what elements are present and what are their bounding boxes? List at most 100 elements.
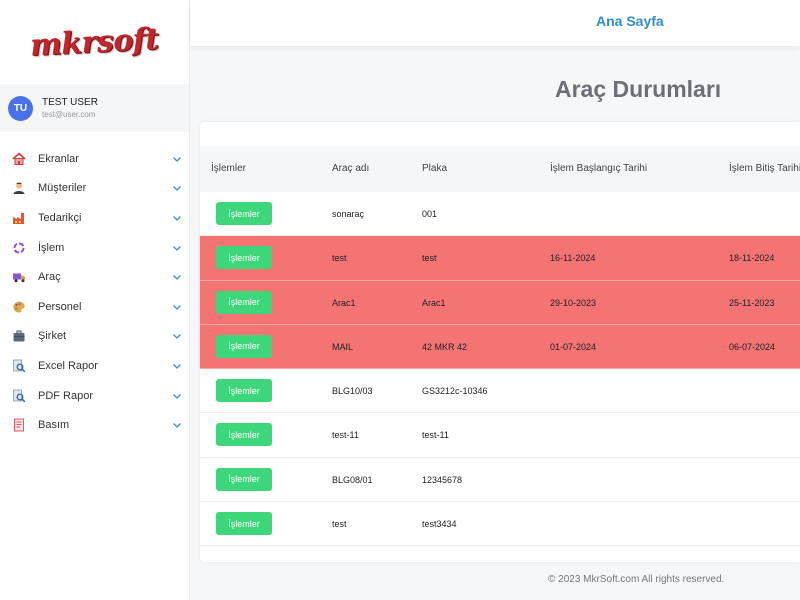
sidebar-item-label: Şirket [38, 330, 67, 343]
chevron-down-icon [171, 390, 183, 402]
main-content: Araç Durumları İşlemler Araç adı Plaka İ… [190, 46, 800, 600]
chevron-down-icon [171, 212, 183, 224]
sidebar-item-label: Personel [38, 300, 82, 313]
chevron-down-icon [171, 301, 183, 313]
actions-button[interactable]: İşlemler [216, 423, 272, 447]
table-row: İşlemler MAIL 42 MKR 42 01-07-2024 06-07… [200, 324, 800, 370]
actions-button[interactable]: İşlemler [216, 379, 272, 403]
top-bar: Ana Sayfa [190, 0, 800, 46]
chevron-down-icon [171, 153, 183, 165]
cell-plate: 001 [422, 209, 438, 219]
truck-icon [11, 269, 27, 285]
cell-vehicle-name: test [332, 519, 347, 530]
briefcase-icon [11, 328, 27, 344]
table-row: İşlemler test test 16-11-2024 18-11-2024 [200, 236, 800, 281]
user-info: TEST USER test@user.com [42, 97, 98, 119]
sidebar-item-tedarikci[interactable]: Tedarikçi [0, 203, 189, 233]
sidebar-menu: Ekranlar Müşteriler Tedarikçi İşlem Araç… [0, 144, 189, 440]
sidebar-item-label: Tedarikçi [38, 211, 82, 224]
printer-doc-icon [11, 417, 27, 433]
cell-start-date: 29-10-2023 [550, 297, 597, 308]
cell-plate: test3434 [422, 519, 457, 530]
table-header: İşlemler Araç adı Plaka İşlem Başlangıç … [200, 146, 800, 192]
home-link[interactable]: Ana Sayfa [596, 13, 664, 29]
user-email: test@user.com [42, 110, 96, 119]
person-icon [11, 180, 27, 196]
chevron-down-icon [171, 182, 183, 194]
sidebar-item-ekranlar[interactable]: Ekranlar [0, 144, 189, 174]
cell-end-date: 25-11-2023 [729, 297, 775, 308]
column-header-start-date: İşlem Başlangıç Tarihi [550, 163, 648, 174]
cell-vehicle-name: MAIL [332, 341, 354, 352]
cell-vehicle-name: test [332, 253, 347, 264]
chevron-down-icon [171, 360, 183, 372]
column-header-actions: İşlemler [211, 163, 247, 174]
table-row: İşlemler Arac1 Arac1 29-10-2023 25-11-20… [200, 280, 800, 325]
chevron-down-icon [171, 271, 183, 283]
magnifier-doc-icon [11, 358, 27, 374]
cell-start-date: 16-11-2024 [550, 253, 596, 264]
palette-icon [11, 299, 27, 315]
cycle-icon [11, 240, 27, 256]
sidebar-item-label: Müşteriler [38, 182, 87, 195]
sidebar-item-pdf-rapor[interactable]: PDF Rapor [0, 381, 189, 411]
cell-vehicle-name: test-11 [332, 430, 359, 441]
table-row: İşlemler sonaraç 001 [200, 192, 800, 237]
cell-plate: Arac1 [422, 297, 446, 308]
chevron-down-icon [171, 330, 183, 342]
avatar[interactable]: TU [8, 95, 33, 121]
footer-copyright: © 2023 MkrSoft.com All rights reserved. [548, 574, 725, 585]
cell-plate: test-11 [422, 430, 449, 441]
cell-plate: 12345678 [422, 474, 463, 485]
user-name: TEST USER [42, 97, 98, 108]
cell-vehicle-name: BLG08/01 [332, 474, 373, 485]
sidebar: mkrsoft TU TEST USER test@user.com Ekran… [0, 0, 190, 600]
sidebar-item-arac[interactable]: Araç [0, 262, 189, 292]
column-header-vehicle-name: Araç adı [332, 163, 370, 174]
sidebar-item-personel[interactable]: Personel [0, 292, 189, 322]
actions-button[interactable]: İşlemler [216, 334, 272, 358]
actions-button[interactable]: İşlemler [216, 512, 272, 536]
cell-start-date: 01-07-2024 [550, 341, 597, 352]
sidebar-item-sirket[interactable]: Şirket [0, 322, 189, 352]
user-panel: TU TEST USER test@user.com [0, 84, 189, 132]
table-body: İşlemler sonaraç 001 İşlemler test test … [200, 192, 800, 547]
table-row: İşlemler BLG10/03 GS3212c-10346 [200, 369, 800, 414]
cell-plate: GS3212c-10346 [422, 386, 488, 397]
sidebar-item-basim[interactable]: Basım [0, 410, 189, 440]
column-header-end-date: İşlem Bitiş Tarihi [729, 163, 800, 174]
cell-plate: test [422, 253, 437, 264]
factory-icon [11, 210, 27, 226]
column-header-plate: Plaka [422, 163, 448, 174]
sidebar-item-label: İşlem [38, 241, 65, 254]
sidebar-item-label: PDF Rapor [38, 389, 94, 402]
vehicle-status-card: İşlemler Araç adı Plaka İşlem Başlangıç … [200, 122, 800, 562]
page-title: Araç Durumları [555, 76, 722, 102]
logo[interactable]: mkrsoft [0, 0, 189, 84]
sidebar-item-label: Araç [38, 271, 61, 284]
actions-button[interactable]: İşlemler [216, 202, 272, 225]
table-row: İşlemler test test3434 [200, 502, 800, 547]
cell-plate: 42 MKR 42 [422, 341, 468, 352]
table-row: İşlemler test-11 test-11 [200, 413, 800, 458]
magnifier-doc-icon [11, 388, 27, 404]
cell-vehicle-name: BLG10/03 [332, 386, 373, 397]
sidebar-item-musteriler[interactable]: Müşteriler [0, 174, 189, 204]
house-icon [11, 151, 27, 167]
logo-text: mkrsoft [29, 21, 160, 63]
sidebar-item-label: Basım [38, 419, 70, 432]
chevron-down-icon [171, 242, 183, 254]
actions-button[interactable]: İşlemler [216, 246, 272, 270]
cell-end-date: 06-07-2024 [729, 341, 776, 352]
chevron-down-icon [171, 419, 183, 431]
sidebar-item-excel-rapor[interactable]: Excel Rapor [0, 351, 189, 381]
actions-button[interactable]: İşlemler [216, 467, 272, 491]
table-row: İşlemler BLG08/01 12345678 [200, 458, 800, 503]
cell-vehicle-name: Arac1 [332, 297, 356, 308]
sidebar-item-label: Ekranlar [38, 152, 79, 165]
sidebar-item-label: Excel Rapor [38, 359, 98, 372]
cell-vehicle-name: sonaraç [332, 209, 365, 219]
cell-end-date: 18-11-2024 [729, 253, 775, 264]
actions-button[interactable]: İşlemler [216, 290, 272, 314]
sidebar-item-islem[interactable]: İşlem [0, 233, 189, 263]
